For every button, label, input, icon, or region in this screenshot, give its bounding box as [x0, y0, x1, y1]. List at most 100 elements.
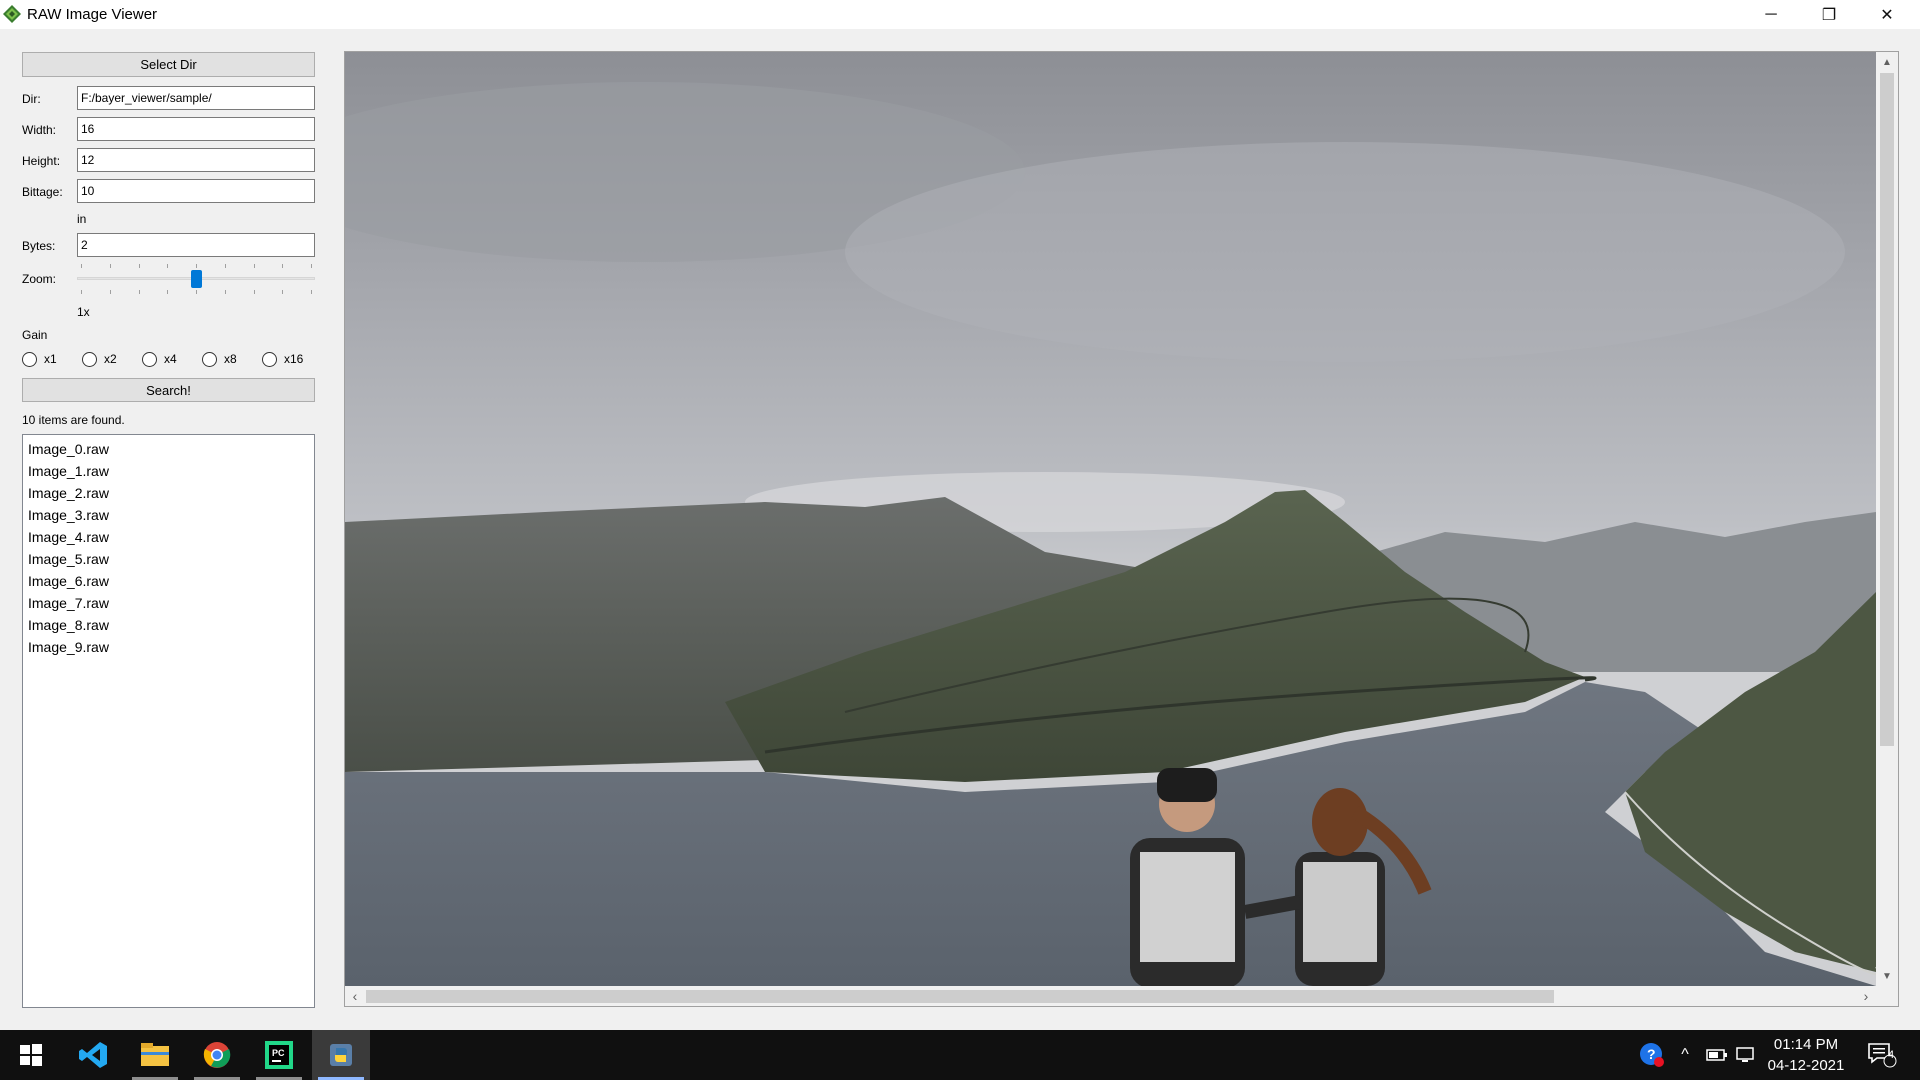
scroll-left-button[interactable]: ‹: [345, 986, 365, 1006]
in-label: in: [77, 212, 87, 226]
zoom-slider-tick: [282, 264, 283, 268]
bytes-input[interactable]: [77, 233, 315, 257]
width-label: Width:: [22, 123, 57, 137]
gain-radio[interactable]: [82, 351, 97, 367]
gain-option-x1[interactable]: x1: [22, 351, 57, 367]
zoom-slider-tick: [225, 264, 226, 268]
taskbar-chrome[interactable]: [188, 1030, 246, 1080]
chrome-icon: [203, 1042, 231, 1068]
horizontal-scrollbar[interactable]: ‹ ›: [345, 986, 1876, 1006]
list-item[interactable]: Image_9.raw: [23, 636, 314, 658]
zoom-slider-tick: [81, 264, 82, 268]
zoom-slider-tick: [139, 264, 140, 268]
chevron-up-icon: ^: [1681, 1046, 1689, 1063]
list-item[interactable]: Image_0.raw: [23, 438, 314, 460]
app-icon: [3, 5, 21, 23]
list-item[interactable]: Image_1.raw: [23, 460, 314, 482]
gain-option-label: x1: [44, 352, 57, 366]
zoom-slider-tick: [196, 264, 197, 268]
close-button[interactable]: ✕: [1858, 0, 1916, 29]
taskbar: PC: [0, 1030, 1920, 1080]
restore-icon: ❐: [1821, 6, 1837, 24]
list-item[interactable]: Image_6.raw: [23, 570, 314, 592]
start-button[interactable]: [2, 1030, 60, 1080]
windows-start-icon: [20, 1044, 42, 1066]
clock-date: 04-12-2021: [1767, 1057, 1845, 1074]
horizontal-scroll-thumb[interactable]: [366, 990, 1554, 1003]
zoom-slider-tick: [110, 290, 111, 294]
notification-count: 4: [1888, 1049, 1895, 1061]
gain-radio[interactable]: [22, 351, 37, 367]
gain-option-x4[interactable]: x4: [142, 351, 177, 367]
window-title: RAW Image Viewer: [27, 6, 158, 23]
height-label: Height:: [22, 154, 61, 168]
gain-option-x2[interactable]: x2: [82, 351, 117, 367]
file-explorer-icon: [141, 1043, 169, 1066]
zoom-slider-tick: [254, 290, 255, 294]
zoom-slider-tick: [282, 290, 283, 294]
bittage-label: Bittage:: [22, 185, 63, 199]
list-item[interactable]: Image_4.raw: [23, 526, 314, 548]
gain-radio[interactable]: [142, 351, 157, 367]
action-center-button[interactable]: 4: [1862, 1042, 1902, 1068]
minimize-icon: ─: [1765, 5, 1777, 23]
width-input[interactable]: [77, 117, 315, 141]
gain-radio[interactable]: [202, 351, 217, 367]
list-item[interactable]: Image_3.raw: [23, 504, 314, 526]
zoom-slider-tick: [311, 290, 312, 294]
zoom-slider-tick: [225, 290, 226, 294]
gain-option-label: x16: [284, 352, 304, 366]
scroll-up-button[interactable]: ▲: [1876, 52, 1898, 72]
taskbar-clock[interactable]: 01:14 PM 04-12-2021: [1752, 1034, 1860, 1076]
arrow-down-icon: ▼: [1882, 970, 1892, 982]
svg-text:PC: PC: [272, 1048, 285, 1058]
scroll-right-button[interactable]: ›: [1856, 986, 1876, 1006]
search-button[interactable]: Search!: [22, 378, 315, 402]
zoom-label: Zoom:: [22, 272, 57, 286]
taskbar-vscode[interactable]: [64, 1030, 122, 1080]
gain-option-label: x4: [164, 352, 177, 366]
vertical-scroll-thumb[interactable]: [1880, 73, 1894, 746]
raw-image-preview: [345, 52, 1876, 986]
tray-battery[interactable]: [1704, 1042, 1730, 1068]
clock-time: 01:14 PM: [1773, 1036, 1839, 1053]
title-bar: RAW Image Viewer ─ ❐ ✕: [0, 0, 1920, 29]
file-list[interactable]: Image_0.raw Image_1.raw Image_2.raw Image_3…: [22, 434, 315, 1008]
vertical-scrollbar[interactable]: ▲ ▼: [1876, 52, 1898, 986]
vscode-icon: [79, 1042, 107, 1068]
list-item[interactable]: Image_2.raw: [23, 482, 314, 504]
tray-help[interactable]: ?: [1636, 1042, 1668, 1068]
zoom-slider-tick: [81, 290, 82, 294]
arrow-up-icon: ▲: [1882, 56, 1892, 68]
taskbar-python-app[interactable]: [312, 1030, 370, 1080]
scroll-down-button[interactable]: ▼: [1876, 966, 1898, 986]
height-input[interactable]: [77, 148, 315, 172]
list-item[interactable]: Image_7.raw: [23, 592, 314, 614]
zoom-slider-tick: [311, 264, 312, 268]
zoom-slider-handle[interactable]: [191, 270, 202, 288]
select-dir-button[interactable]: Select Dir: [22, 52, 315, 77]
gain-radio[interactable]: [262, 351, 277, 367]
image-viewer[interactable]: ▲ ▼ ‹ ›: [344, 51, 1899, 1007]
list-item[interactable]: Image_5.raw: [23, 548, 314, 570]
close-icon: ✕: [1880, 6, 1894, 24]
tray-show-hidden[interactable]: ^: [1674, 1042, 1696, 1068]
zoom-slider-tick: [167, 264, 168, 268]
minimize-button[interactable]: ─: [1742, 0, 1800, 29]
dir-input[interactable]: [77, 86, 315, 110]
taskbar-file-explorer[interactable]: [126, 1030, 184, 1080]
pycharm-icon: PC: [265, 1041, 293, 1069]
taskbar-pycharm[interactable]: PC: [250, 1030, 308, 1080]
help-icon: ?: [1640, 1043, 1664, 1067]
gain-option-x8[interactable]: x8: [202, 351, 237, 367]
list-item[interactable]: Image_8.raw: [23, 614, 314, 636]
maximize-button[interactable]: ❐: [1800, 0, 1858, 29]
battery-icon: [1706, 1049, 1727, 1061]
zoom-value: 1x: [77, 305, 90, 319]
dir-label: Dir:: [22, 92, 41, 106]
svg-text:?: ?: [1647, 1046, 1656, 1062]
bittage-input[interactable]: [77, 179, 315, 203]
gain-option-label: x8: [224, 352, 237, 366]
python-app-icon: [330, 1044, 352, 1066]
gain-option-x16[interactable]: x16: [262, 351, 303, 367]
